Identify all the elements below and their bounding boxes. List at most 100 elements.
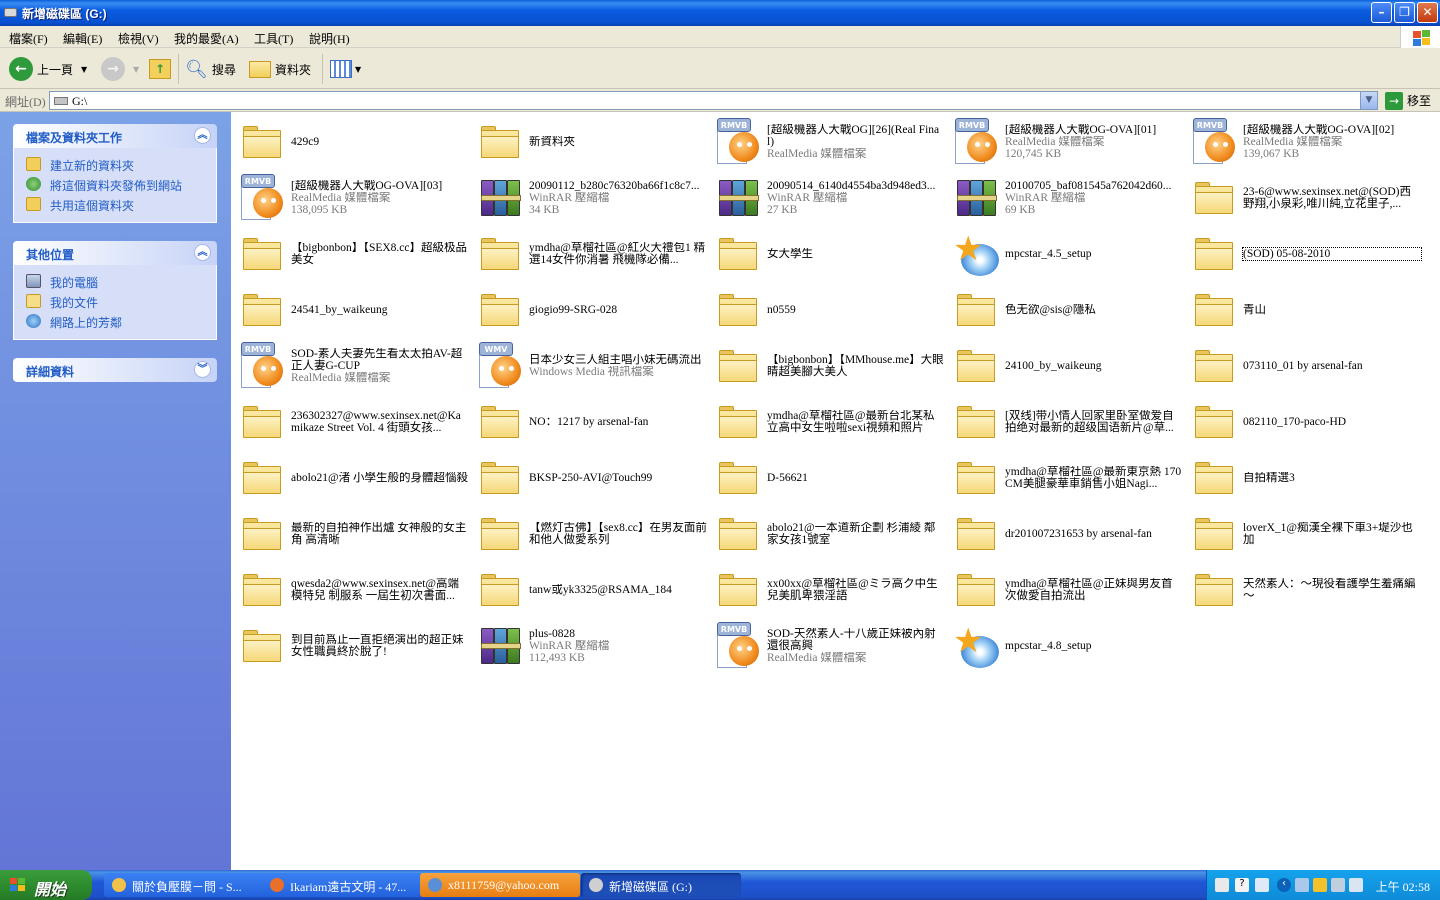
task-publish-web[interactable]: 將這個資料夾發佈到網站 — [14, 174, 216, 194]
folder-item[interactable]: 天然素人：～現役看護學生羞痛編～ — [1185, 560, 1423, 616]
menu-tools[interactable]: 工具(T) — [254, 30, 293, 47]
folder-item[interactable]: 青山 — [1185, 280, 1423, 336]
file-view[interactable]: 429c9 新資料夾 RMVB [超級機器人大戰OG][26](Real Final)… — [231, 112, 1440, 870]
menu-edit[interactable]: 編輯(E) — [63, 30, 102, 47]
folders-button[interactable]: 資料夾 — [249, 56, 311, 82]
file-type: WinRAR 壓縮檔 — [1005, 192, 1086, 204]
menu-help[interactable]: 說明(H) — [309, 30, 350, 47]
address-input[interactable]: G:\ ▼ — [49, 91, 1378, 110]
folder-item[interactable]: dr201007231653 by arsenal-fan — [947, 504, 1185, 560]
file-item[interactable]: RMVB [超級機器人大戰OG-OVA][03] RealMedia 媒體檔案 138… — [233, 168, 471, 224]
folder-item[interactable]: 073110_01 by arsenal-fan — [1185, 336, 1423, 392]
window-titlebar[interactable]: 新增磁碟區 (G:) – ❐ ✕ — [0, 0, 1440, 26]
taskbar-button[interactable]: 新增磁碟區 (G:) — [581, 873, 741, 897]
folder-item[interactable]: 【燃灯古佛】【sex8.cc】在男友面前和他人做愛系列 — [471, 504, 709, 560]
folder-item[interactable]: 24100_by_waikeung — [947, 336, 1185, 392]
file-name: 自拍精選3 — [1243, 472, 1295, 484]
network-icon[interactable] — [1295, 878, 1309, 892]
folder-item[interactable]: 24541_by_waikeung — [233, 280, 471, 336]
help-icon[interactable]: ? — [1235, 878, 1249, 892]
place-my-computer[interactable]: 我的電腦 — [14, 271, 216, 291]
menu-file[interactable]: 檔案(F) — [9, 30, 48, 47]
folder-item[interactable]: abolo21@渚 小學生般的身體超惱殺 — [233, 448, 471, 504]
folder-item[interactable]: tanw或yk3325@RSAMA_184 — [471, 560, 709, 616]
pen-icon[interactable] — [1255, 878, 1269, 892]
close-button[interactable]: ✕ — [1417, 2, 1438, 23]
file-item[interactable]: ★ mpcstar_4.5_setup — [947, 224, 1185, 280]
security-alert-icon[interactable] — [1313, 878, 1327, 892]
volume-icon[interactable] — [1349, 878, 1363, 892]
restore-button[interactable]: ❐ — [1394, 2, 1415, 23]
menu-favorites[interactable]: 我的最愛(A) — [174, 30, 239, 47]
forward-button[interactable]: → ▼ — [101, 56, 139, 82]
file-tasks-header[interactable]: 檔案及資料夾工作 ︽ — [13, 124, 217, 148]
folder-item[interactable]: 最新的自拍神作出爐 女神般的女主角 高清晰 — [233, 504, 471, 560]
folder-item[interactable]: ymdha@草榴社區@正妹與男友首次做愛自拍流出 — [947, 560, 1185, 616]
folder-item[interactable]: abolo21@一本道新企劃 杉浦綾 鄰家女孩1號室 — [709, 504, 947, 560]
taskbar-button[interactable]: Ikariam遠古文明 - 47... — [262, 873, 422, 897]
task-new-folder[interactable]: 建立新的資料夾 — [14, 154, 216, 174]
folder-item[interactable]: 【bigbonbon】【SEX8.cc】超級极品美女 — [233, 224, 471, 280]
other-places-header[interactable]: 其他位置 ︽ — [13, 241, 217, 265]
folder-item[interactable]: [双线]带小情人回家里卧室做爱自拍绝对最新的超级国语新片@草... — [947, 392, 1185, 448]
task-share-folder[interactable]: 共用這個資料夾 — [14, 194, 216, 214]
safely-remove-icon[interactable] — [1331, 878, 1345, 892]
start-button[interactable]: 開始 — [0, 870, 92, 900]
chevron-down-icon[interactable]: ▼ — [81, 65, 87, 74]
minimize-button[interactable]: – — [1371, 2, 1392, 23]
folder-item[interactable]: 新資料夾 — [471, 112, 709, 168]
folder-item[interactable]: 082110_170-paco-HD — [1185, 392, 1423, 448]
folder-item[interactable]: (SOD) 05-08-2010 — [1185, 224, 1423, 280]
folder-item[interactable]: xx00xx@草榴社區@ミラ高ク中生兒美肌卑猥淫語 — [709, 560, 947, 616]
folder-item[interactable]: ymdha@草榴社區@最新東京熱 170CM美腿豪華車銷售小姐Nagi... — [947, 448, 1185, 504]
file-item[interactable]: 20090112_b280c76320ba66f1c8c7... WinRAR 壓… — [471, 168, 709, 224]
file-item[interactable]: WMV 日本少女三人組主唱小妹无碼流出 Windows Media 視訊檔案 — [471, 336, 709, 392]
details-header[interactable]: 詳細資料 ︾ — [13, 358, 217, 382]
file-item[interactable]: ★ mpcstar_4.8_setup — [947, 616, 1185, 672]
folder-item[interactable]: 23-6@www.sexinsex.net@(SOD)西野翔,小泉彩,唯川純,立… — [1185, 168, 1423, 224]
collapse-icon[interactable]: ︽ — [194, 127, 211, 144]
folder-item[interactable]: ymdha@草榴社區@紅火大禮包1 精選14女件你消暑 飛機隊必備... — [471, 224, 709, 280]
file-item[interactable]: RMVB [超級機器人大戰OG-OVA][02] RealMedia 媒體檔案 139… — [1185, 112, 1423, 168]
folder-item[interactable]: qwesda2@www.sexinsex.net@高端模特兒 制服系 一屆生初次… — [233, 560, 471, 616]
collapse-icon[interactable]: ︽ — [194, 244, 211, 261]
back-button[interactable]: ← 上一頁 ▼ — [9, 56, 87, 82]
go-button[interactable]: → 移至 — [1385, 91, 1431, 110]
folder-item[interactable]: giogio99-SRG-028 — [471, 280, 709, 336]
up-folder-button[interactable]: ↑ — [149, 56, 171, 82]
folder-item[interactable]: ymdha@草榴社區@最新台北某私立高中女生啦啦sexi視頻和照片 — [709, 392, 947, 448]
search-button[interactable]: 🔍︎ 搜尋 — [185, 56, 236, 82]
file-item[interactable]: 20090514_6140d4554ba3d948ed3... WinRAR 壓縮… — [709, 168, 947, 224]
place-network[interactable]: 網路上的芳鄰 — [14, 311, 216, 331]
folder-item[interactable]: loverX_1@痴漢全裸下車3+堤沙也加 — [1185, 504, 1423, 560]
folder-item[interactable]: 色无欲@sis@隱私 — [947, 280, 1185, 336]
folder-item[interactable]: NO：1217 by arsenal-fan — [471, 392, 709, 448]
file-item[interactable]: plus-0828 WinRAR 壓縮檔 112,493 KB — [471, 616, 709, 672]
folder-item[interactable]: 429c9 — [233, 112, 471, 168]
place-my-documents[interactable]: 我的文件 — [14, 291, 216, 311]
file-item[interactable]: RMVB [超級機器人大戰OG-OVA][01] RealMedia 媒體檔案 120… — [947, 112, 1185, 168]
folder-item[interactable]: 女大學生 — [709, 224, 947, 280]
taskbar-button[interactable]: 關於負壓膜－問 - S... — [104, 873, 264, 897]
folder-item[interactable]: 到目前爲止一直拒絕演出的超正妹女性職員終於脫了! — [233, 616, 471, 672]
views-button[interactable]: ▼ — [330, 56, 361, 82]
menu-view[interactable]: 檢視(V) — [118, 30, 159, 47]
clock[interactable]: 上午 02:58 — [1376, 878, 1430, 895]
folder-item[interactable]: BKSP-250-AVI@Touch99 — [471, 448, 709, 504]
address-bar: 網址(D) G:\ ▼ → 移至 — [0, 89, 1440, 112]
file-item[interactable]: RMVB SOD-天然素人-十八歲正妹被內射還很高興 RealMedia 媒體檔案 — [709, 616, 947, 672]
folder-item[interactable]: 自拍精選3 — [1185, 448, 1423, 504]
file-item[interactable]: RMVB SOD-素人夫妻先生看太太拍AV-超正人妻G-CUP RealMedia … — [233, 336, 471, 392]
folder-item[interactable]: 236302327@www.sexinsex.net@Kamikaze Stre… — [233, 392, 471, 448]
keyboard-icon[interactable] — [1215, 878, 1229, 892]
address-dropdown-button[interactable]: ▼ — [1360, 92, 1377, 109]
folder-item[interactable]: 【bigbonbon】【MMhouse.me】大眼睛超美腳大美人 — [709, 336, 947, 392]
file-item[interactable]: 20100705_baf081545a762042d60... WinRAR 壓縮… — [947, 168, 1185, 224]
file-name: abolo21@渚 小學生般的身體超惱殺 — [291, 472, 469, 484]
tray-expand-icon[interactable]: ‹ — [1277, 878, 1291, 892]
file-item[interactable]: RMVB [超級機器人大戰OG][26](Real Final) RealMedia… — [709, 112, 947, 168]
folder-item[interactable]: D-56621 — [709, 448, 947, 504]
taskbar-button[interactable]: x8111759@yahoo.com — [420, 873, 580, 897]
folder-item[interactable]: n0559 — [709, 280, 947, 336]
expand-icon[interactable]: ︾ — [194, 361, 211, 378]
